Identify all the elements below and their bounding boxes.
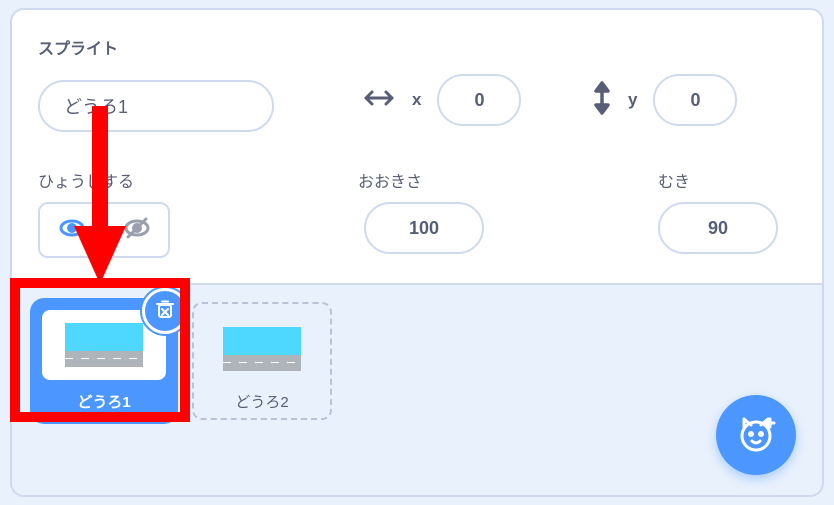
visibility-hide-button[interactable] [105,204,168,256]
sprite-list: どうろ1 どうろ2 [34,302,332,420]
x-input[interactable] [437,74,521,126]
sprite-info-area: スプライト x y ひょうじする おおきさ むき [12,10,822,285]
sprite-name-input[interactable] [38,80,274,132]
size-input[interactable] [364,202,484,254]
y-label: y [628,90,637,110]
cat-plus-icon [733,410,779,461]
direction-label: むき [658,168,690,192]
x-label: x [412,90,421,110]
sprite-tile-douro1[interactable]: どうろ1 [34,302,174,420]
visibility-toggle [38,202,170,258]
sprite-info-panel: スプライト x y ひょうじする おおきさ むき [10,8,824,497]
trash-icon [154,298,176,325]
delete-sprite-button[interactable] [142,288,188,334]
sprite-tile-label: どうろ2 [194,391,330,412]
harrow-icon [362,88,396,113]
show-label: ひょうじする [38,168,134,192]
direction-input[interactable] [658,202,778,254]
x-group: x [362,74,521,126]
eye-open-icon [57,213,87,248]
eye-off-icon [122,213,152,248]
add-sprite-button[interactable] [716,395,796,475]
sprite-thumbnail [222,322,302,376]
visibility-show-button[interactable] [40,204,103,256]
y-input[interactable] [653,74,737,126]
sprite-section-label: スプライト [38,35,118,59]
sprite-tile-douro2[interactable]: どうろ2 [192,302,332,420]
varrow-icon [592,81,612,120]
size-label: おおきさ [358,168,422,192]
sprite-tile-label: どうろ1 [34,391,174,412]
y-group: y [592,74,737,126]
